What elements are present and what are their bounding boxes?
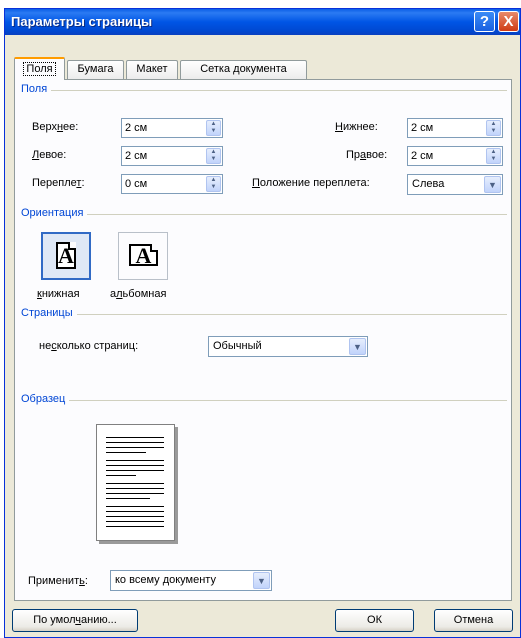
spin-arrows-icon[interactable]: ▲ ▼ (486, 120, 501, 136)
chevron-down-icon[interactable]: ▼ (253, 572, 270, 589)
tab-layout[interactable]: Макет (126, 60, 178, 79)
preview-text-line (106, 465, 164, 466)
preview-text-line (106, 452, 146, 453)
gutter-spinner[interactable]: 0 см ▲ ▼ (121, 174, 223, 194)
right-margin-spinner[interactable]: 2 см ▲ ▼ (407, 146, 503, 166)
preview-text-line (106, 526, 164, 527)
preview-page (96, 424, 175, 541)
title-bar[interactable]: Параметры страницы ? X (5, 9, 520, 35)
preview-text-line (106, 470, 164, 471)
top-margin-value: 2 см (125, 122, 148, 134)
gutter-label: Переплет: (32, 177, 85, 189)
group-divider (21, 214, 507, 215)
gutter-position-select[interactable]: Слева ▼ (407, 174, 503, 195)
right-margin-value: 2 см (411, 150, 434, 162)
group-divider (21, 314, 507, 315)
preview-text-line (106, 460, 164, 461)
portrait-label: книжная (37, 288, 80, 300)
gutter-position-value: Слева (412, 178, 445, 190)
preview-text-line (106, 511, 164, 512)
tab-document-grid[interactable]: Сетка документа (180, 60, 307, 79)
tab-margins[interactable]: Поля (14, 57, 65, 80)
group-divider (21, 400, 507, 401)
tab-panel-margins: Поля Верхнее: 2 см ▲ ▼ Левое: 2 см ▲ ▼ Пер… (14, 79, 512, 601)
apply-to-value: ко всему документу (115, 574, 216, 586)
landscape-button[interactable]: A (118, 232, 168, 280)
preview-group-title: Образец (21, 393, 70, 405)
spin-arrows-icon[interactable]: ▲ ▼ (486, 148, 501, 164)
right-margin-label: Правое: (346, 149, 388, 161)
default-button[interactable]: По умолчанию... (12, 609, 138, 632)
preview-text-line (106, 521, 164, 522)
portrait-button[interactable]: A (41, 232, 91, 280)
preview-text-line (106, 437, 164, 438)
left-margin-value: 2 см (125, 150, 148, 162)
pages-group-title: Страницы (21, 307, 77, 319)
top-margin-label: Верхнее: (32, 121, 79, 133)
gutter-value: 0 см (125, 178, 148, 190)
close-button[interactable]: X (498, 11, 519, 32)
portrait-page-icon: A (56, 242, 76, 269)
landscape-label: альбомная (110, 288, 167, 300)
preview-text-line (106, 516, 164, 517)
left-margin-label: Левое: (32, 149, 67, 161)
apply-to-label: Применить: (28, 575, 88, 587)
preview-text-line (106, 506, 164, 507)
multiple-pages-value: Обычный (213, 340, 262, 352)
chevron-down-icon[interactable]: ▼ (349, 338, 366, 355)
preview-text-line (106, 475, 136, 476)
preview-text-line (106, 447, 164, 448)
preview-text-line (106, 483, 164, 484)
preview-text-line (106, 442, 164, 443)
landscape-page-icon: A (129, 244, 158, 267)
bottom-margin-spinner[interactable]: 2 см ▲ ▼ (407, 118, 503, 138)
apply-to-select[interactable]: ко всему документу ▼ (110, 570, 272, 591)
chevron-down-icon[interactable]: ▼ (484, 176, 501, 193)
dialog-title: Параметры страницы (11, 14, 153, 29)
bottom-margin-label: Нижнее: (335, 121, 378, 133)
multiple-pages-select[interactable]: Обычный ▼ (208, 336, 368, 357)
bottom-margin-value: 2 см (411, 122, 434, 134)
orientation-group-title: Ориентация (21, 207, 88, 219)
spin-arrows-icon[interactable]: ▲ ▼ (206, 120, 221, 136)
cancel-button[interactable]: Отмена (434, 609, 513, 632)
left-margin-spinner[interactable]: 2 см ▲ ▼ (121, 146, 223, 166)
spin-arrows-icon[interactable]: ▲ ▼ (206, 148, 221, 164)
top-margin-spinner[interactable]: 2 см ▲ ▼ (121, 118, 223, 138)
ok-button[interactable]: ОК (335, 609, 414, 632)
group-divider (21, 90, 507, 91)
preview-text-line (106, 498, 150, 499)
help-button[interactable]: ? (474, 11, 495, 32)
preview-text-line (106, 488, 164, 489)
page-setup-dialog: Параметры страницы ? X Поля Бумага Макет… (4, 8, 521, 638)
multiple-pages-label: несколько страниц: (39, 340, 139, 352)
preview-text-line (106, 493, 164, 494)
gutter-position-label: Положение переплета: (252, 177, 370, 189)
spin-arrows-icon[interactable]: ▲ ▼ (206, 176, 221, 192)
margins-group-title: Поля (21, 83, 52, 95)
tab-paper[interactable]: Бумага (67, 60, 124, 79)
